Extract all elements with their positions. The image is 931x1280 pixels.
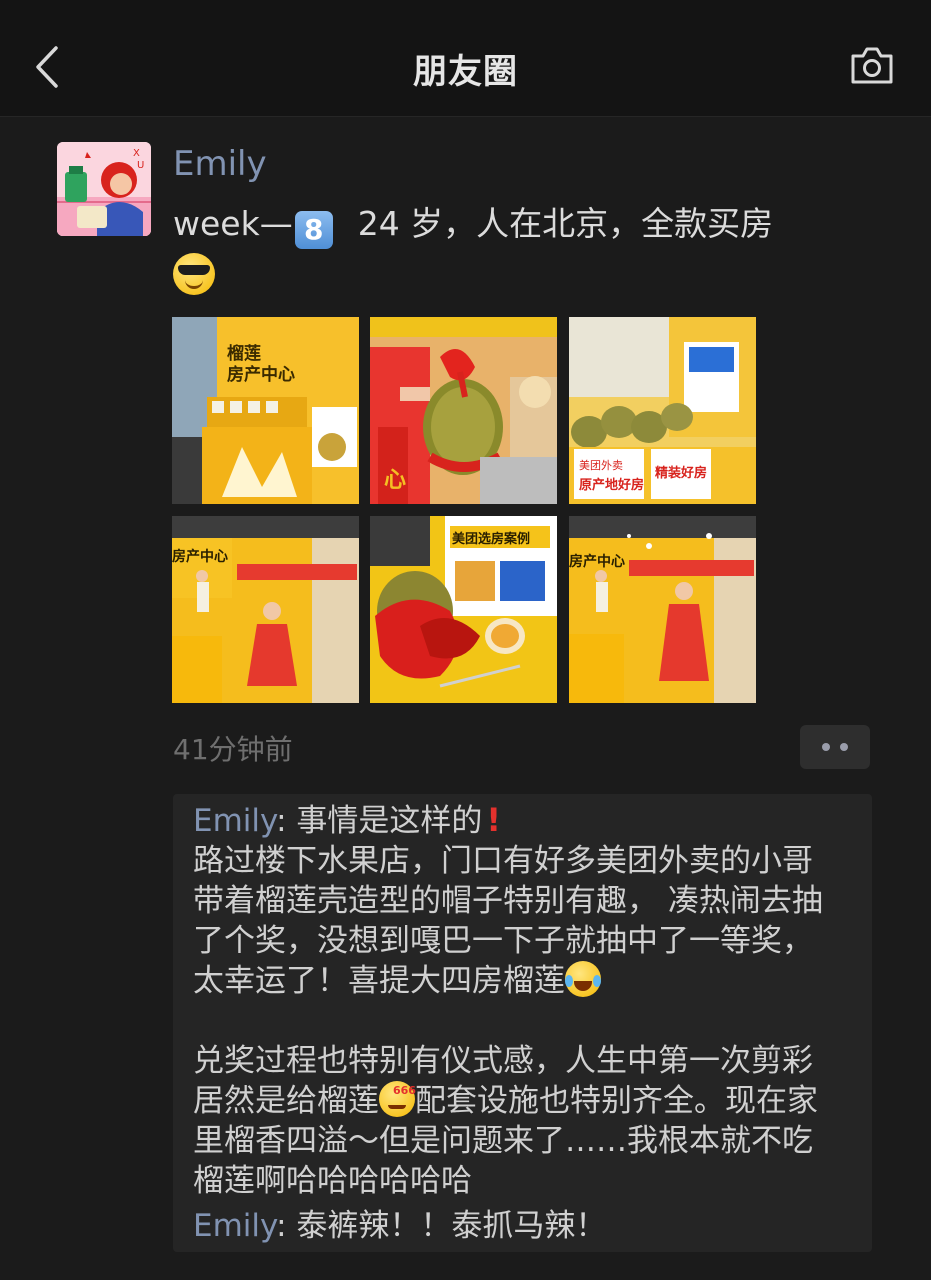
exclamation-mark-icon: !: [486, 801, 502, 839]
photo-durian-property-center[interactable]: 榴莲 房产中心: [172, 317, 359, 504]
camera-icon: [851, 47, 893, 84]
photo-girl-stage-2[interactable]: 房产中心: [569, 516, 756, 703]
comment-text: 泰裤辣！！泰抓马辣！: [296, 1208, 607, 1244]
post-timestamp: 41分钟前: [173, 733, 293, 766]
svg-text:X: X: [133, 148, 140, 159]
sunglasses-face-icon: [173, 253, 215, 295]
svg-text:美团外卖: 美团外卖: [579, 459, 623, 472]
more-actions-button[interactable]: [800, 725, 870, 769]
666-emoji-icon: 666: [379, 1081, 416, 1117]
comment-item[interactable]: Emily: 泰裤辣！！泰抓马辣！: [193, 1206, 863, 1246]
avatar-illustration: X U: [57, 142, 151, 236]
svg-text:心: 心: [384, 468, 406, 493]
post-author-name[interactable]: Emily: [173, 144, 267, 184]
post-text-prefix: week—: [173, 204, 293, 243]
photo-durian-ribbon-handover[interactable]: 心: [370, 317, 557, 504]
svg-text:房产中心: 房产中心: [227, 364, 295, 385]
top-navigation-bar: 朋友圈: [0, 0, 931, 117]
photo-durian-red-bow[interactable]: 美团选房案例: [370, 516, 557, 703]
svg-text:房产中心: 房产中心: [569, 553, 625, 570]
post-text: week— 8 24 岁，人在北京，全款买房: [173, 198, 873, 302]
camera-button[interactable]: [849, 44, 895, 86]
comment-author-name[interactable]: Emily: [193, 1208, 276, 1244]
svg-text:精装好房: 精装好房: [655, 465, 707, 481]
photo-girl-stage-1[interactable]: 房产中心: [172, 516, 359, 703]
avatar[interactable]: X U: [57, 142, 151, 236]
moment-post: X U Emily week—8 24 岁，人在北京，全款买房 榴莲 房产中心: [0, 116, 931, 1280]
face-with-tears-of-joy-icon: [565, 961, 601, 997]
photo-grid: 榴莲 房产中心 心 美团外卖 原产地好房 精装好房 房产中心 美团选房案例 房产…: [172, 317, 757, 703]
comments-section: Emily: 事情是这样的! 路过楼下水果店，门口有好多美团外卖的小哥 带着榴莲…: [173, 794, 872, 1252]
svg-text:榴莲: 榴莲: [227, 343, 261, 364]
photo-durian-display-table[interactable]: 美团外卖 原产地好房 精装好房: [569, 317, 756, 504]
keycap-eight-icon: 8: [294, 211, 333, 249]
comment-item[interactable]: Emily: 事情是这样的! 路过楼下水果店，门口有好多美团外卖的小哥 带着榴莲…: [193, 800, 863, 1201]
more-dots-icon: [822, 743, 830, 751]
post-text-main: 24 岁，人在北京，全款买房: [357, 204, 774, 243]
svg-text:美团选房案例: 美团选房案例: [452, 531, 530, 547]
svg-text:U: U: [137, 160, 144, 171]
svg-text:房产中心: 房产中心: [172, 548, 228, 565]
comment-author-name[interactable]: Emily: [193, 803, 276, 839]
page-title: 朋友圈: [413, 52, 518, 92]
comment-text: 事情是这样的: [296, 803, 483, 839]
svg-text:原产地好房: 原产地好房: [579, 477, 644, 493]
